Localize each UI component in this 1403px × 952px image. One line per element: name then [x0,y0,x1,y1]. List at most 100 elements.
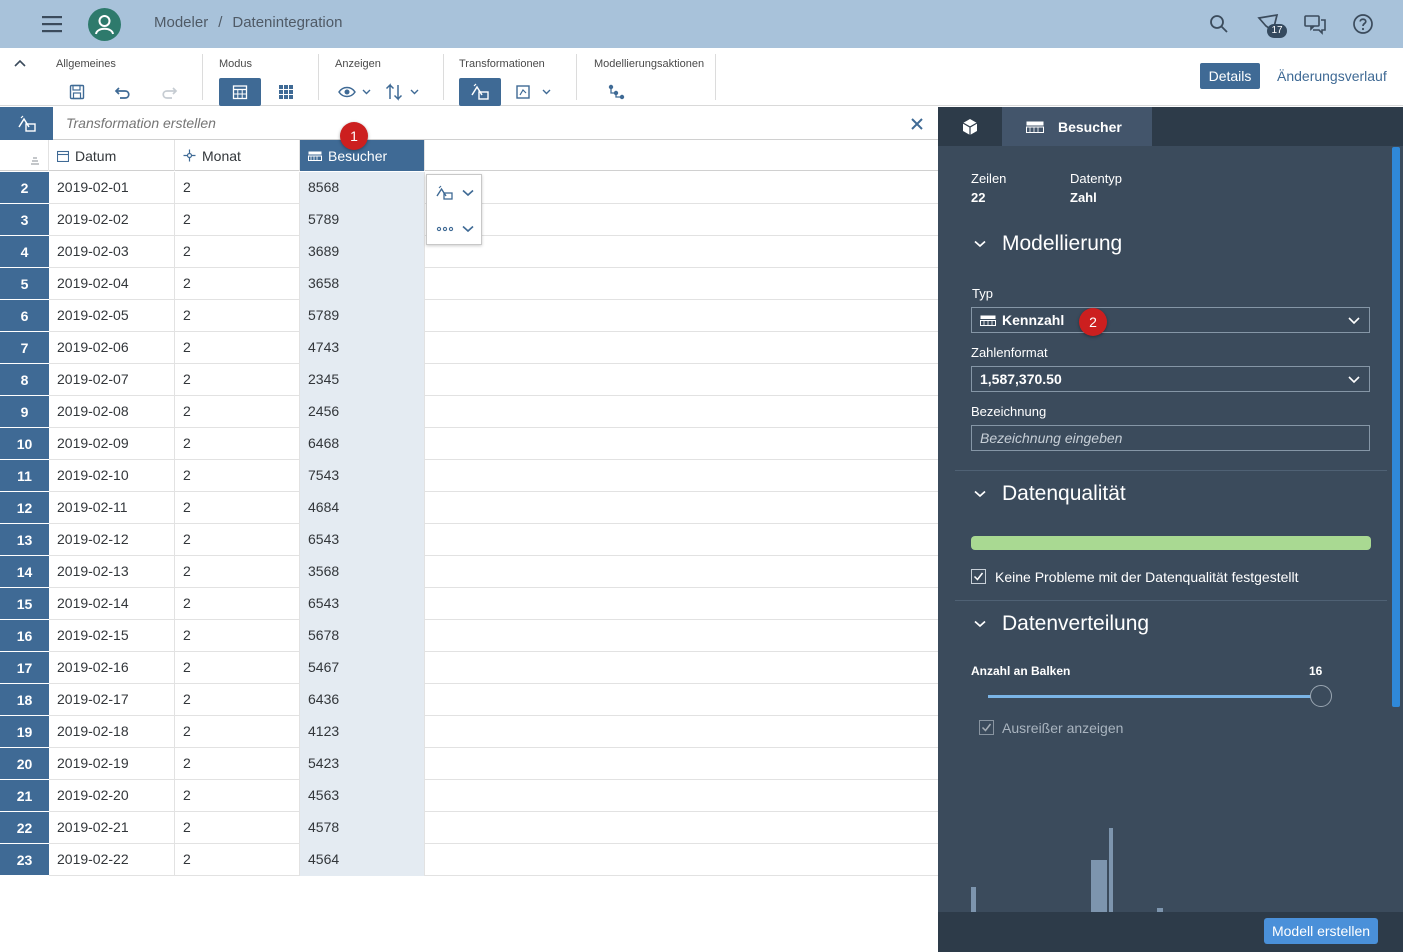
view-dropdown[interactable] [337,78,373,106]
table-row[interactable]: 23 2019-02-22 2 4564 [0,844,938,876]
cell-monat[interactable]: 2 [175,844,300,876]
column-header-monat[interactable]: Monat [175,140,300,171]
row-number[interactable]: 14 [0,556,49,588]
cell-datum[interactable]: 2019-02-12 [49,524,175,556]
cell-besucher[interactable]: 8568 [300,172,425,204]
table-row[interactable]: 18 2019-02-17 2 6436 [0,684,938,716]
cell-besucher[interactable]: 5678 [300,620,425,652]
cell-datum[interactable]: 2019-02-22 [49,844,175,876]
cell-monat[interactable]: 2 [175,300,300,332]
table-row[interactable]: 8 2019-02-07 2 2345 [0,364,938,396]
cell-monat[interactable]: 2 [175,268,300,300]
cell-datum[interactable]: 2019-02-06 [49,332,175,364]
cell-besucher[interactable]: 4564 [300,844,425,876]
row-number[interactable]: 12 [0,492,49,524]
table-row[interactable]: 16 2019-02-15 2 5678 [0,620,938,652]
cell-besucher[interactable]: 4123 [300,716,425,748]
section-quality[interactable]: Datenqualität [974,482,1126,506]
cell-besucher[interactable]: 5467 [300,652,425,684]
transform-button[interactable] [459,78,501,106]
cell-monat[interactable]: 2 [175,748,300,780]
cell-monat[interactable]: 2 [175,332,300,364]
save-icon[interactable] [66,78,88,106]
cell-datum[interactable]: 2019-02-10 [49,460,175,492]
cell-datum[interactable]: 2019-02-20 [49,780,175,812]
cell-besucher[interactable]: 4684 [300,492,425,524]
hierarchy-icon[interactable] [604,78,628,106]
row-number[interactable]: 4 [0,236,49,268]
transform-wand-icon[interactable] [0,107,53,140]
section-distribution[interactable]: Datenverteilung [974,612,1149,636]
row-number[interactable]: 23 [0,844,49,876]
undo-icon[interactable] [112,78,134,106]
panel-scrollbar[interactable] [1392,147,1400,707]
outliers-checkbox[interactable] [979,720,994,735]
cell-datum[interactable]: 2019-02-05 [49,300,175,332]
cell-besucher[interactable]: 3658 [300,268,425,300]
row-number[interactable]: 5 [0,268,49,300]
cell-monat[interactable]: 2 [175,460,300,492]
cell-besucher[interactable]: 4743 [300,332,425,364]
create-model-button[interactable]: Modell erstellen [1264,918,1378,944]
row-number[interactable]: 13 [0,524,49,556]
cell-datum[interactable]: 2019-02-15 [49,620,175,652]
cell-datum[interactable]: 2019-02-14 [49,588,175,620]
cell-besucher[interactable]: 3689 [300,236,425,268]
cell-datum[interactable]: 2019-02-18 [49,716,175,748]
cell-monat[interactable]: 2 [175,428,300,460]
cell-monat[interactable]: 2 [175,556,300,588]
row-number[interactable]: 6 [0,300,49,332]
cell-datum[interactable]: 2019-02-08 [49,396,175,428]
cell-besucher[interactable]: 5789 [300,300,425,332]
cell-besucher[interactable]: 3568 [300,556,425,588]
grid-mode-button[interactable] [219,78,261,106]
hamburger-icon[interactable] [36,12,68,36]
row-number[interactable]: 20 [0,748,49,780]
row-number[interactable]: 10 [0,428,49,460]
table-row[interactable]: 10 2019-02-09 2 6468 [0,428,938,460]
cell-monat[interactable]: 2 [175,716,300,748]
cell-datum[interactable]: 2019-02-16 [49,652,175,684]
row-number[interactable]: 2 [0,172,49,204]
cell-datum[interactable]: 2019-02-17 [49,684,175,716]
cell-besucher[interactable]: 6543 [300,588,425,620]
cell-monat[interactable]: 2 [175,396,300,428]
cell-datum[interactable]: 2019-02-01 [49,172,175,204]
bins-slider-handle[interactable] [1310,685,1332,707]
cell-monat[interactable]: 2 [175,492,300,524]
cell-besucher[interactable]: 2456 [300,396,425,428]
sort-dropdown[interactable] [385,78,423,106]
tab-besucher[interactable]: Besucher [1002,107,1152,146]
cell-besucher[interactable]: 6436 [300,684,425,716]
cell-besucher[interactable]: 4578 [300,812,425,844]
table-row[interactable]: 17 2019-02-16 2 5467 [0,652,938,684]
row-number[interactable]: 21 [0,780,49,812]
cell-datum[interactable]: 2019-02-04 [49,268,175,300]
change-history-link[interactable]: Änderungsverlauf [1277,68,1387,84]
cell-monat[interactable]: 2 [175,204,300,236]
type-select[interactable]: Kennzahl [971,307,1370,333]
cell-monat[interactable]: 2 [175,172,300,204]
table-row[interactable]: 15 2019-02-14 2 6543 [0,588,938,620]
cell-monat[interactable]: 2 [175,812,300,844]
cell-monat[interactable]: 2 [175,236,300,268]
row-number[interactable]: 16 [0,620,49,652]
table-row[interactable]: 12 2019-02-11 2 4684 [0,492,938,524]
table-row[interactable]: 19 2019-02-18 2 4123 [0,716,938,748]
chevron-up-icon[interactable] [12,56,28,72]
number-format-select[interactable]: 1,587,370.50 [971,366,1370,392]
details-button[interactable]: Details [1200,63,1260,89]
table-row[interactable]: 11 2019-02-10 2 7543 [0,460,938,492]
cell-besucher[interactable]: 5789 [300,204,425,236]
cell-monat[interactable]: 2 [175,524,300,556]
row-number[interactable]: 18 [0,684,49,716]
row-number[interactable]: 15 [0,588,49,620]
cell-datum[interactable]: 2019-02-03 [49,236,175,268]
section-modeling[interactable]: Modellierung [974,232,1122,256]
cell-besucher[interactable]: 6468 [300,428,425,460]
cell-datum[interactable]: 2019-02-13 [49,556,175,588]
table-row[interactable]: 21 2019-02-20 2 4563 [0,780,938,812]
cell-besucher[interactable]: 7543 [300,460,425,492]
bins-slider-track[interactable] [988,695,1318,698]
row-number[interactable]: 11 [0,460,49,492]
